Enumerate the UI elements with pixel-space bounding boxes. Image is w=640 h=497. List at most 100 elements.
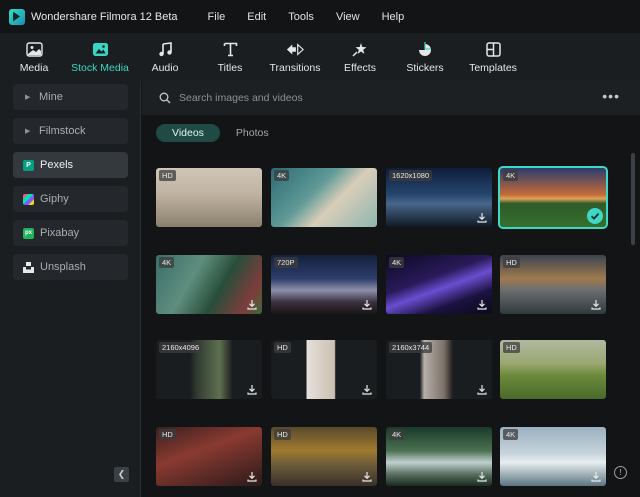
titles-icon bbox=[221, 40, 239, 58]
main-toolbar: Media Stock Media Audio Titles Transitio… bbox=[0, 33, 640, 81]
resolution-badge: 4K bbox=[159, 257, 175, 268]
download-icon[interactable] bbox=[362, 471, 372, 482]
giphy-icon bbox=[23, 193, 34, 205]
source-sidebar: ▶ Mine ▶ Filmstock P Pexels Giphy px Pix… bbox=[0, 81, 141, 497]
media-thumbnail[interactable]: 4K bbox=[386, 427, 492, 486]
sidebar-item-label: Giphy bbox=[40, 193, 69, 205]
info-icon[interactable]: ! bbox=[614, 466, 627, 479]
media-thumbnail[interactable]: HD bbox=[500, 255, 606, 314]
media-thumbnail[interactable]: 4K bbox=[386, 255, 492, 314]
download-icon[interactable] bbox=[477, 212, 487, 223]
media-thumbnail[interactable]: 1620x1080 bbox=[386, 168, 492, 227]
resolution-badge: 4K bbox=[503, 170, 519, 181]
download-icon[interactable] bbox=[247, 384, 257, 395]
more-options-icon[interactable]: ••• bbox=[602, 89, 620, 103]
resolution-badge: HD bbox=[503, 342, 520, 353]
caret-right-icon: ▶ bbox=[25, 94, 31, 101]
media-thumbnail[interactable]: HD bbox=[156, 168, 262, 227]
resolution-badge: HD bbox=[274, 342, 291, 353]
tool-media[interactable]: Media bbox=[0, 33, 68, 81]
sidebar-item-label: Filmstock bbox=[39, 125, 86, 137]
sidebar-item-giphy[interactable]: Giphy bbox=[13, 186, 128, 212]
tool-label: Audio bbox=[151, 62, 179, 74]
sidebar-item-label: Pexels bbox=[40, 159, 74, 171]
sidebar-item-pixabay[interactable]: px Pixabay bbox=[13, 220, 128, 246]
media-thumbnail[interactable]: HD bbox=[271, 427, 377, 486]
tool-label: Titles bbox=[217, 62, 243, 74]
resolution-badge: 720P bbox=[274, 257, 298, 268]
sidebar-item-label: Pixabay bbox=[40, 227, 80, 239]
sidebar-item-filmstock[interactable]: ▶ Filmstock bbox=[13, 118, 128, 144]
stock-media-panel: ••• Videos Photos HD 4K 1620x1080 4K 4K 720P 4… bbox=[142, 81, 640, 497]
media-icon bbox=[25, 40, 43, 58]
download-icon[interactable] bbox=[591, 471, 601, 482]
media-thumbnail[interactable]: HD bbox=[271, 340, 377, 399]
menu-edit[interactable]: Edit bbox=[247, 11, 266, 23]
media-thumbnail[interactable]: HD bbox=[156, 427, 262, 486]
media-thumbnail[interactable]: 2160x3744 bbox=[386, 340, 492, 399]
search-bar: ••• bbox=[142, 81, 640, 115]
stickers-icon bbox=[416, 40, 434, 58]
menu-tools[interactable]: Tools bbox=[288, 11, 314, 23]
tool-label: Media bbox=[19, 62, 49, 74]
audio-icon bbox=[156, 40, 174, 58]
templates-icon bbox=[484, 40, 502, 58]
download-icon[interactable] bbox=[477, 471, 487, 482]
download-icon[interactable] bbox=[477, 384, 487, 395]
media-thumbnail[interactable]: 4K bbox=[500, 427, 606, 486]
media-thumbnail[interactable]: HD bbox=[500, 340, 606, 399]
unsplash-icon bbox=[23, 261, 34, 273]
tool-titles[interactable]: Titles bbox=[198, 33, 262, 81]
tool-audio[interactable]: Audio bbox=[132, 33, 198, 81]
tool-templates[interactable]: Templates bbox=[458, 33, 528, 81]
media-thumbnail[interactable]: 4K bbox=[156, 255, 262, 314]
media-type-tabs: Videos Photos bbox=[156, 124, 285, 142]
tab-videos[interactable]: Videos bbox=[156, 124, 220, 142]
media-thumbnail[interactable]: 4K bbox=[498, 166, 608, 229]
grid-scrollbar[interactable] bbox=[631, 153, 635, 245]
resolution-badge: 4K bbox=[389, 257, 405, 268]
menu-file[interactable]: File bbox=[208, 11, 226, 23]
sidebar-item-mine[interactable]: ▶ Mine bbox=[13, 84, 128, 110]
resolution-badge: 1620x1080 bbox=[389, 170, 433, 181]
search-input[interactable] bbox=[179, 92, 559, 104]
tool-transitions[interactable]: Transitions bbox=[262, 33, 328, 81]
download-icon[interactable] bbox=[477, 299, 487, 310]
sidebar-item-label: Mine bbox=[39, 91, 63, 103]
transitions-icon bbox=[286, 40, 304, 58]
sidebar-item-unsplash[interactable]: Unsplash bbox=[13, 254, 128, 280]
download-icon[interactable] bbox=[247, 471, 257, 482]
effects-icon bbox=[351, 40, 369, 58]
resolution-badge: 2160x4096 bbox=[159, 342, 203, 353]
menu-view[interactable]: View bbox=[336, 11, 360, 23]
tool-label: Stock Media bbox=[71, 62, 129, 74]
download-icon[interactable] bbox=[591, 299, 601, 310]
resolution-badge: 4K bbox=[274, 170, 290, 181]
download-icon[interactable] bbox=[362, 384, 372, 395]
sidebar-item-pexels[interactable]: P Pexels bbox=[13, 152, 128, 178]
tool-label: Transitions bbox=[269, 62, 321, 74]
media-thumbnail[interactable]: 720P bbox=[271, 255, 377, 314]
tool-stickers[interactable]: Stickers bbox=[392, 33, 458, 81]
tool-label: Effects bbox=[344, 62, 376, 74]
tool-stock-media[interactable]: Stock Media bbox=[68, 33, 132, 81]
media-thumbnail[interactable]: 4K bbox=[271, 168, 377, 227]
download-icon[interactable] bbox=[247, 299, 257, 310]
resolution-badge: 2160x3744 bbox=[389, 342, 433, 353]
app-title: Wondershare Filmora 12 Beta bbox=[31, 10, 178, 23]
menu-help[interactable]: Help bbox=[382, 11, 405, 23]
tool-effects[interactable]: Effects bbox=[328, 33, 392, 81]
title-bar: Wondershare Filmora 12 Beta File Edit To… bbox=[0, 0, 640, 33]
download-icon[interactable] bbox=[362, 299, 372, 310]
media-thumbnail[interactable]: 2160x4096 bbox=[156, 340, 262, 399]
tool-label: Templates bbox=[469, 62, 517, 74]
filmora-logo-icon bbox=[9, 8, 25, 25]
resolution-badge: HD bbox=[274, 429, 291, 440]
caret-right-icon: ▶ bbox=[25, 128, 31, 135]
checkmark-icon bbox=[587, 208, 603, 224]
tab-photos[interactable]: Photos bbox=[220, 124, 285, 142]
collapse-sidebar-button[interactable]: ❮ bbox=[114, 467, 129, 482]
resolution-badge: 4K bbox=[503, 429, 519, 440]
menu-bar: File Edit Tools View Help bbox=[206, 11, 427, 23]
chevron-left-icon: ❮ bbox=[117, 469, 126, 479]
